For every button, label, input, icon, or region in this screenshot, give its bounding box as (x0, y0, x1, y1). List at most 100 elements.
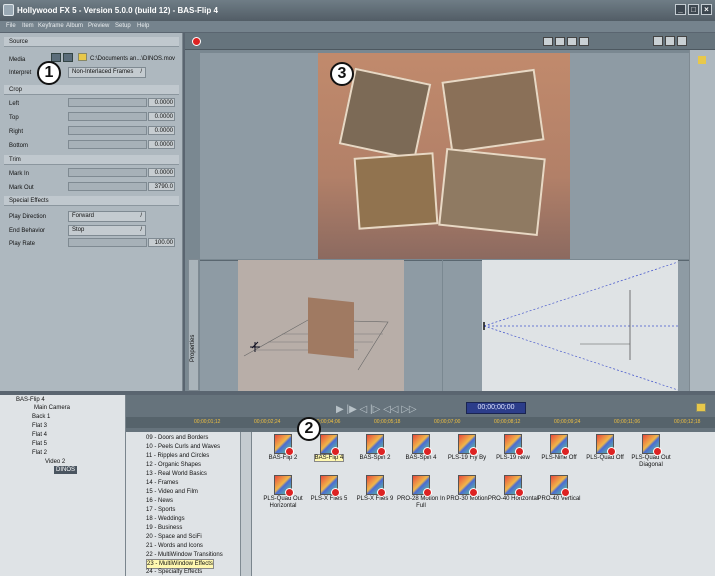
big-cat-photo (438, 147, 546, 237)
media-clip-icon[interactable] (63, 53, 73, 62)
menu-item[interactable]: Item (22, 21, 34, 32)
camera-frustum (483, 261, 679, 391)
menu-keyframe[interactable]: Keyframe (38, 21, 64, 32)
effect-thumbnail-icon (642, 434, 662, 456)
split-view-icon[interactable] (555, 37, 565, 46)
tree-item[interactable]: Flat 3 (32, 422, 47, 430)
effect-label: BAS-Spin 4 (405, 455, 437, 461)
effect-thumbnail-icon (458, 475, 478, 497)
crop-left-slider[interactable] (68, 98, 147, 107)
category-item[interactable]: 18 - Weddings (146, 515, 185, 523)
mark-in-value[interactable]: 0.0000 (148, 168, 175, 177)
category-item[interactable]: 21 - Words and Icons (146, 542, 203, 550)
record-icon[interactable] (192, 37, 201, 46)
category-item[interactable]: 10 - Peels Curls and Waves (146, 443, 220, 451)
effect-label: PLS-Nine Off (541, 455, 577, 461)
quad-view-icon[interactable] (579, 37, 589, 46)
category-item[interactable]: 11 - Ripples and Circles (146, 452, 209, 460)
crop-right-value[interactable]: 0.0000 (148, 126, 175, 135)
folder-icon[interactable] (78, 53, 87, 61)
category-item[interactable]: 13 - Real World Basics (146, 470, 207, 478)
category-item[interactable]: 16 - News (146, 497, 173, 505)
effect-label: PLS-X Files 5 (310, 496, 348, 502)
tree-item[interactable]: BAS-Flip 4 (16, 396, 45, 404)
effect-label: PLS-Quad Out Horizontal (263, 496, 303, 509)
tree-item[interactable]: Flat 2 (32, 449, 47, 457)
close-button[interactable]: × (701, 4, 712, 15)
mark-in-slider[interactable] (68, 168, 147, 177)
play-direction-dropdown[interactable]: Forward / (68, 211, 146, 222)
effect-thumbnail-icon (412, 434, 432, 456)
menu-setup[interactable]: Setup (115, 21, 131, 32)
end-behavior-dropdown[interactable]: Stop / (68, 225, 146, 236)
crop-left-value[interactable]: 0.0000 (148, 98, 175, 107)
effect-label: PLS-X Files 9 (356, 496, 394, 502)
media-path: C:\Documents an...\DINOS.mov (90, 56, 176, 62)
category-item[interactable]: 14 - Frames (146, 479, 178, 487)
play-direction-value: Forward (72, 213, 95, 219)
folder-icon[interactable] (696, 403, 706, 412)
settings-icon[interactable] (677, 36, 687, 46)
menu-help[interactable]: Help (137, 21, 149, 32)
crop-top-value[interactable]: 0.0000 (148, 112, 175, 121)
transport-icons[interactable]: ▶ |▶ ◁ |▷ ◁◁ ▷▷ (336, 404, 417, 415)
menu-album[interactable]: Album (66, 21, 83, 32)
home-icon[interactable] (653, 36, 663, 46)
category-item[interactable]: 22 - MultiWindow Transitions (146, 551, 223, 559)
viewer-toolbar (185, 33, 715, 50)
ruler-tick: 00;00;01;12 (194, 419, 221, 425)
effect-thumbnail-icon (596, 434, 616, 456)
category-item[interactable]: 12 - Organic Shapes (146, 461, 201, 469)
effect-tile[interactable]: PLS-Quad Out Diagonal (622, 434, 680, 469)
tree-item-selected[interactable]: DINOS (54, 466, 78, 474)
maximize-button[interactable]: □ (688, 4, 699, 15)
dropdown-arrow-icon: / (140, 227, 142, 233)
effect-thumbnail-icon (550, 475, 570, 497)
tree-item[interactable]: Flat 4 (32, 431, 47, 439)
timeline-ruler[interactable]: 00;00;01;12 00;00;02;24 00;00;04;06 00;0… (126, 417, 715, 428)
interpret-dropdown[interactable]: Non-Interlaced Frames / (68, 67, 146, 78)
category-item[interactable]: 20 - Space and SciFi (146, 533, 202, 541)
lioness-photo (353, 152, 439, 230)
play-rate-slider[interactable] (68, 238, 147, 247)
tree-item[interactable]: Main Camera (34, 404, 70, 412)
triple-view-icon[interactable] (567, 37, 577, 46)
effect-label: BAS-Spin 2 (359, 455, 391, 461)
crop-right-slider[interactable] (68, 126, 147, 135)
category-item[interactable]: 15 - Video and Film (146, 488, 198, 496)
preview-canvas (318, 53, 570, 259)
menu-file[interactable]: File (6, 21, 16, 32)
perspective-view[interactable] (238, 260, 404, 391)
effect-thumbnail-icon (320, 434, 340, 456)
mark-out-value[interactable]: 3790.0 (148, 182, 175, 191)
top-view[interactable] (482, 260, 679, 391)
ruler-tick: 00;00;11;06 (614, 419, 641, 425)
effect-tile[interactable]: PRO-40 Vertical (530, 475, 588, 503)
category-item[interactable]: 24 - Specialty Effects (146, 568, 202, 576)
play-rate-value[interactable]: 100.00 (148, 238, 175, 247)
tree-item[interactable]: Video 2 (45, 458, 65, 466)
effect-label: PLS-Quad Out Diagonal (631, 455, 671, 468)
tree-item[interactable]: Flat 5 (32, 440, 47, 448)
effect-thumbnail-icon (366, 434, 386, 456)
category-item[interactable]: 17 - Sports (146, 506, 175, 514)
single-view-icon[interactable] (543, 37, 553, 46)
pin-icon[interactable] (698, 56, 706, 64)
zoom-icon[interactable] (665, 36, 675, 46)
category-scrollbar[interactable] (240, 432, 251, 576)
tree-item[interactable]: Back 1 (32, 413, 50, 421)
category-item[interactable]: 09 - Doors and Borders (146, 434, 208, 442)
effect-thumbnail-icon (366, 475, 386, 497)
category-item[interactable]: 19 - Business (146, 524, 182, 532)
minimize-button[interactable]: _ (675, 4, 686, 15)
interpret-label: Interpret (9, 70, 32, 76)
crop-bottom-value[interactable]: 0.0000 (148, 140, 175, 149)
menu-preview[interactable]: Preview (88, 21, 109, 32)
trim-header: Trim (4, 155, 179, 165)
crop-bottom-slider[interactable] (68, 140, 147, 149)
callout-1: 1 (37, 61, 61, 85)
mark-out-slider[interactable] (68, 182, 147, 191)
timecode-display[interactable]: 00;00;00;00 (466, 402, 526, 414)
crop-top-slider[interactable] (68, 112, 147, 121)
special-effects-header: Special Effects (4, 196, 179, 206)
